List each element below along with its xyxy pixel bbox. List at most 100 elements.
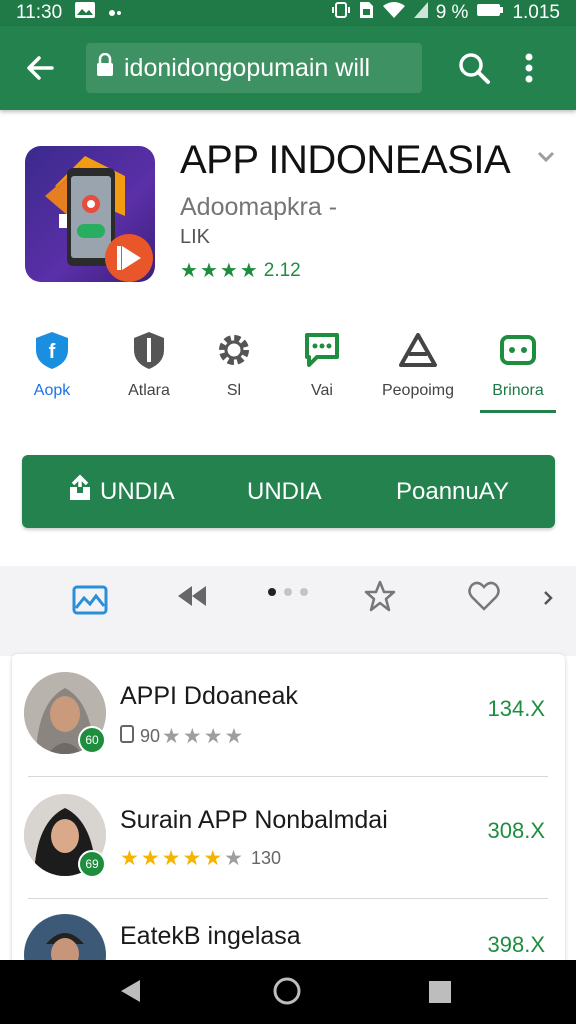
url-text: idonidongopumain will	[124, 53, 370, 82]
star-icon: ★	[140, 847, 160, 870]
nav-home-button[interactable]	[272, 976, 302, 1011]
tab-label: Aopk	[33, 382, 71, 399]
review-meta: ★ ★ ★ ★ ★ ★ 130	[120, 846, 281, 871]
review-title: Surain APP Nonbalmdai	[120, 806, 388, 834]
chat-icon	[274, 330, 370, 370]
sim-icon	[358, 1, 374, 25]
svg-text:f: f	[49, 341, 56, 363]
tab-label: Atlara	[128, 382, 170, 399]
tab-sl[interactable]: Sl	[186, 330, 282, 400]
more-options-button[interactable]	[514, 46, 544, 90]
kebab-menu-icon	[525, 53, 533, 83]
nav-recents-button[interactable]	[428, 980, 452, 1009]
rewind-icon	[178, 586, 206, 606]
square-recents-icon	[429, 981, 451, 1003]
shield-icon	[101, 330, 197, 370]
signal-icon	[413, 2, 428, 24]
reviews-card: 60 APPI Ddoaneak 90 ★ ★ ★ ★ 134.X 69 Sur…	[12, 654, 565, 974]
tab-atlara[interactable]: Atlara	[101, 330, 197, 400]
tab-label: Sl	[226, 382, 242, 399]
star-icon: ★	[120, 847, 139, 870]
tab-peopoimg[interactable]: Peopoimg	[370, 330, 466, 400]
star-icon: ★	[203, 725, 223, 748]
wifi-icon	[382, 1, 406, 25]
list-item[interactable]: 69 Surain APP Nonbalmdai ★ ★ ★ ★ ★ ★ 130…	[12, 778, 565, 900]
install-segment-3[interactable]: PoannuAY	[396, 455, 509, 528]
install-segment-1[interactable]: UNDIA	[68, 455, 175, 528]
photo-icon	[74, 1, 96, 25]
star-icon: ★	[182, 725, 202, 748]
image-icon	[72, 585, 108, 615]
app-developer[interactable]: Adoomapkra -	[180, 193, 337, 222]
tab-brinora[interactable]: Brinora	[480, 330, 556, 413]
star-icon: ★	[224, 847, 243, 870]
status-time: 11:30	[16, 2, 63, 23]
notification-dots-icon	[108, 2, 122, 24]
tab-aopk[interactable]: f Aopk	[4, 330, 100, 400]
chevron-right-icon	[544, 591, 553, 605]
vibrate-icon	[331, 1, 350, 25]
app-subtitle: LIK	[180, 226, 211, 248]
url-bar[interactable]: idonidongopumain will	[86, 43, 422, 93]
tab-vai[interactable]: Vai	[274, 330, 370, 400]
install-segment-2[interactable]: UNDIA	[247, 455, 322, 528]
star-icon: ★	[224, 725, 244, 748]
star-icon: ★	[203, 847, 223, 870]
next-button[interactable]	[534, 576, 562, 620]
divider	[28, 776, 548, 777]
divider	[28, 898, 548, 899]
rewind-button[interactable]	[170, 574, 214, 618]
review-count: 134.X	[487, 696, 546, 721]
star-icon: ★	[239, 260, 258, 282]
star-icon: ★	[180, 260, 198, 282]
review-meta-text: 90	[140, 726, 161, 746]
upload-icon	[68, 474, 92, 509]
status-bar: 11:30 9 % 1.015	[0, 0, 576, 26]
circle-home-icon	[273, 977, 301, 1005]
review-count: 308.X	[487, 818, 546, 843]
game-icon	[480, 330, 556, 370]
page-indicator	[268, 588, 308, 596]
favorite-star-button[interactable]	[358, 574, 402, 618]
search-button[interactable]	[452, 46, 496, 90]
app-icon	[25, 146, 155, 282]
list-item[interactable]: 60 APPI Ddoaneak 90 ★ ★ ★ ★ 134.X	[12, 654, 565, 776]
nav-back-button[interactable]	[118, 978, 142, 1009]
star-icon: ★	[199, 260, 218, 282]
category-tabs: f Aopk Atlara Sl Vai Peopoimg Brinora	[0, 330, 576, 416]
level-badge: 60	[78, 726, 106, 754]
review-count: 398.X	[487, 932, 546, 957]
lock-icon	[96, 52, 114, 84]
chevron-down-icon[interactable]	[536, 150, 556, 169]
review-title: APPI Ddoaneak	[120, 682, 298, 710]
level-badge: 69	[78, 850, 106, 878]
heart-icon	[468, 581, 500, 611]
shield-f-icon: f	[4, 330, 100, 370]
rating-value: 2.12	[263, 259, 301, 281]
star-icon: ★	[219, 260, 238, 282]
app-rating: ★ ★ ★ ★ 2.12	[180, 258, 301, 283]
install-button[interactable]: UNDIA UNDIA PoannuAY	[22, 455, 555, 528]
like-button[interactable]	[462, 574, 506, 618]
image-button[interactable]	[68, 578, 112, 622]
search-icon	[459, 53, 490, 84]
install-label-3: PoannuAY	[396, 477, 509, 505]
star-icon: ★	[182, 847, 202, 870]
page-dot-active	[268, 588, 276, 596]
review-meta-text: 130	[250, 848, 282, 868]
page-dot	[284, 588, 292, 596]
star-icon: ★	[162, 725, 181, 748]
tab-label: Brinora	[492, 382, 544, 399]
page-dot	[300, 588, 308, 596]
install-label-2: UNDIA	[247, 477, 322, 505]
battery-percent: 9 %	[435, 2, 469, 23]
back-button[interactable]	[14, 42, 66, 94]
review-meta: 90 ★ ★ ★ ★	[120, 724, 243, 749]
status-clock-right: 1.015	[512, 2, 560, 23]
star-icon: ★	[161, 847, 181, 870]
battery-icon	[476, 2, 504, 24]
browser-toolbar: idonidongopumain will	[0, 26, 576, 110]
review-title: EatekB ingelasa	[120, 922, 301, 950]
triangle-back-icon	[121, 980, 140, 1002]
tab-label: Peopoimg	[381, 382, 455, 399]
